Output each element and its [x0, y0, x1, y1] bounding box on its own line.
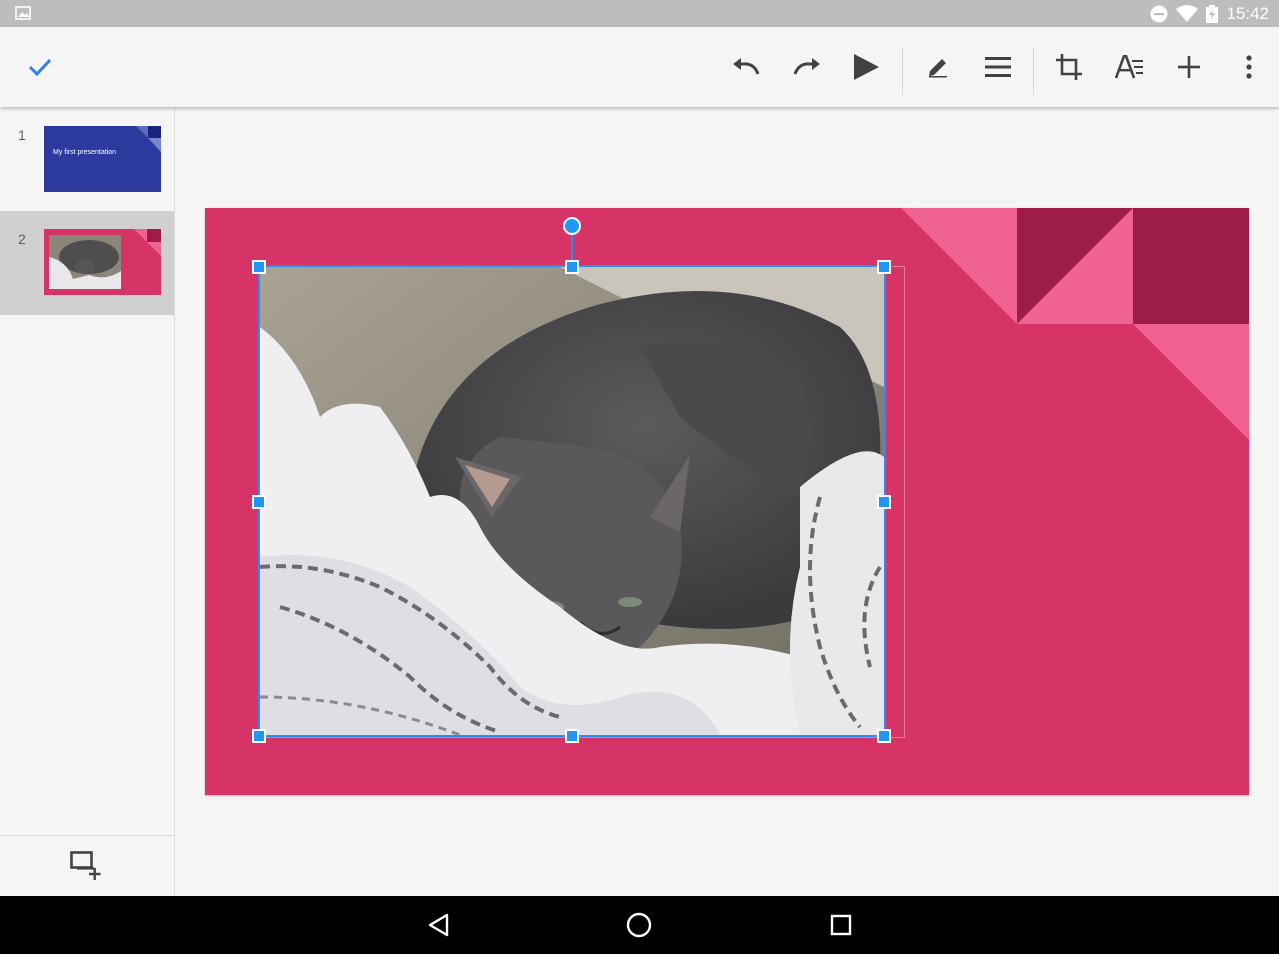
format-button[interactable]: [974, 27, 1022, 107]
status-bar: 15:42: [0, 0, 1279, 27]
more-vert-icon: [1246, 55, 1252, 79]
undo-button[interactable]: [722, 27, 770, 107]
more-options-button[interactable]: [1225, 27, 1273, 107]
crop-button[interactable]: [1045, 27, 1093, 107]
slide-thumbnail-decoration: [136, 126, 161, 152]
slide-thumbnail-row-1[interactable]: 1 My first presentation: [0, 107, 174, 211]
text-format-icon: [1115, 55, 1143, 79]
gallery-notification-icon: [15, 6, 31, 20]
wifi-icon: [1176, 4, 1199, 22]
present-button[interactable]: [842, 27, 890, 107]
undo-icon: [733, 58, 760, 75]
add-slide-button[interactable]: [66, 848, 106, 884]
slide-thumbnail-row-2[interactable]: 2: [0, 211, 174, 315]
present-icon: [854, 54, 879, 80]
resize-handle-top[interactable]: [565, 260, 579, 274]
add-slide-icon: [70, 851, 101, 880]
edit-button[interactable]: [914, 27, 962, 107]
edit-icon: [929, 59, 947, 78]
redo-icon: [793, 58, 820, 75]
resize-handle-bottom-left[interactable]: [252, 729, 266, 743]
slide-thumbnail-1[interactable]: My first presentation: [44, 126, 161, 192]
recents-icon: [830, 914, 852, 936]
back-icon: [428, 913, 449, 937]
do-not-disturb-icon: [1150, 5, 1168, 22]
slide-thumbnail-image: [49, 235, 121, 289]
redo-button[interactable]: [783, 27, 831, 107]
status-icons: 15:42: [1150, 0, 1269, 27]
slide-sidebar: 1 My first presentation 2: [0, 107, 175, 896]
sidebar-footer: [0, 835, 174, 896]
format-icon: [985, 57, 1011, 77]
insert-icon: [1178, 56, 1200, 78]
navigation-bar: [0, 896, 1279, 954]
resize-handle-bottom[interactable]: [565, 729, 579, 743]
resize-handle-top-right[interactable]: [877, 260, 891, 274]
selection-box: [258, 265, 886, 737]
status-time: 15:42: [1226, 3, 1269, 23]
battery-icon: [1206, 4, 1219, 23]
home-button[interactable]: [609, 896, 669, 954]
rotation-handle[interactable]: [563, 217, 581, 235]
slide-number: 2: [18, 231, 26, 247]
slide-number: 1: [18, 127, 26, 143]
rotation-handle-stem: [571, 234, 573, 262]
crop-icon: [1056, 54, 1082, 80]
insert-button[interactable]: [1165, 27, 1213, 107]
done-button[interactable]: [16, 27, 64, 107]
editor-toolbar: [0, 27, 1279, 107]
toolbar-divider: [1033, 47, 1034, 95]
back-button[interactable]: [408, 896, 468, 954]
slide-thumbnail-title: My first presentation: [53, 149, 117, 156]
resize-handle-left[interactable]: [252, 495, 266, 509]
resize-handle-bottom-right[interactable]: [877, 729, 891, 743]
resize-handle-right[interactable]: [877, 495, 891, 509]
resize-handle-top-left[interactable]: [252, 260, 266, 274]
home-icon: [626, 912, 652, 938]
text-format-button[interactable]: [1106, 27, 1154, 107]
toolbar-divider: [902, 47, 903, 95]
checkmark-icon: [28, 58, 52, 77]
recents-button[interactable]: [811, 896, 871, 954]
slide-thumbnail-2[interactable]: [44, 229, 161, 295]
